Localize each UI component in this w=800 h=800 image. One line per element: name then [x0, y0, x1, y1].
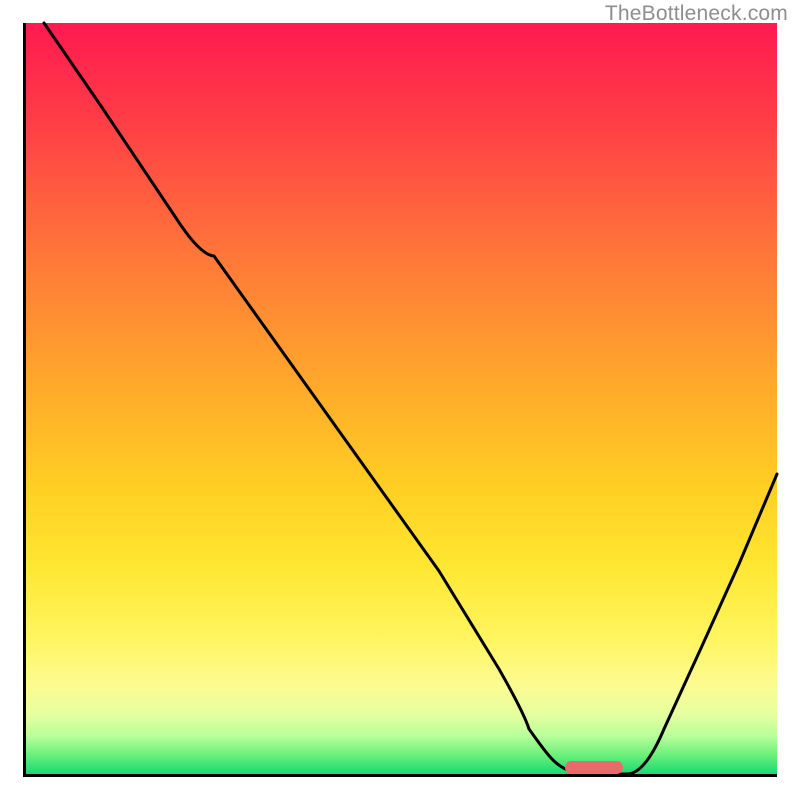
optimal-range-marker	[565, 761, 623, 774]
chart-container: TheBottleneck.com	[0, 0, 800, 800]
chart-axes	[23, 23, 777, 777]
watermark-label: TheBottleneck.com	[605, 2, 788, 26]
